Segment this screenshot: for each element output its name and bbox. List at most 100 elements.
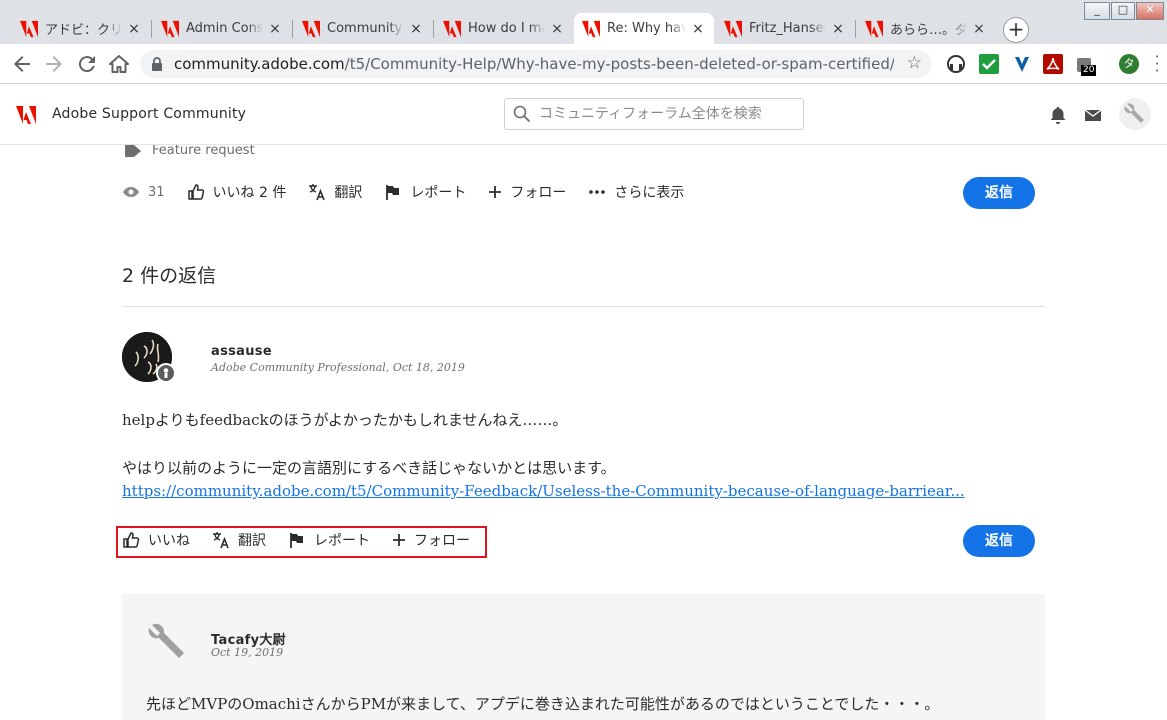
new-tab-button[interactable]: + — [1003, 17, 1029, 43]
close-icon[interactable]: × — [126, 21, 142, 37]
close-window-button[interactable]: ✕ — [1136, 2, 1164, 20]
flag-icon — [290, 533, 303, 548]
browser-menu-icon[interactable]: · · · — [1152, 49, 1162, 79]
extension-badge: 20 — [1081, 65, 1097, 76]
browser-tab[interactable]: How do I manage × — [435, 13, 573, 44]
close-icon[interactable]: × — [690, 21, 706, 37]
reply-link[interactable]: https://community.adobe.com/t5/Community… — [122, 482, 965, 500]
checkmark-extension-icon[interactable] — [979, 54, 999, 74]
close-icon[interactable]: × — [408, 21, 424, 37]
translate-button[interactable]: 翻訳 — [308, 182, 362, 202]
url-host: community.adobe.com — [174, 55, 345, 73]
adobe-logo-icon — [724, 20, 742, 37]
original-post-actions: 31 いいね 2 件 翻訳 レポート フォロー さらに表示 — [122, 182, 706, 202]
follow-button[interactable]: フォロー — [392, 530, 470, 550]
translate-icon — [309, 184, 326, 201]
avatar[interactable] — [146, 619, 196, 669]
address-bar[interactable]: community.adobe.com/t5/Community-Help/Wh… — [140, 50, 932, 78]
tag-label: Feature request — [152, 145, 255, 158]
browser-tab[interactable]: アドビ：クリエ × — [12, 13, 150, 44]
professional-badge-icon — [158, 365, 174, 381]
adobe-logo-icon — [443, 20, 461, 37]
report-label: レポート — [314, 533, 370, 549]
back-arrow-icon[interactable] — [10, 52, 34, 76]
close-icon[interactable]: × — [971, 21, 987, 37]
user-avatar[interactable] — [1119, 98, 1151, 130]
like-button[interactable]: いいね — [122, 530, 190, 550]
search-input[interactable] — [539, 106, 789, 122]
profile-avatar[interactable]: タ — [1119, 54, 1139, 74]
browser-tab[interactable]: Fritz_Hansen × — [716, 13, 854, 44]
reload-icon[interactable] — [75, 52, 99, 76]
tag-icon — [125, 145, 141, 157]
v-shield-extension-icon[interactable] — [1012, 54, 1032, 74]
replies-heading: 2 件の返信 — [122, 265, 217, 287]
reply-body-line: helpよりもfeedbackのほうがよかったかもしれませんねえ……。 — [122, 411, 568, 429]
browser-tab[interactable]: あらら…。ダ × — [857, 13, 995, 44]
tab-title: How do I manage — [468, 21, 545, 36]
close-icon[interactable]: × — [830, 21, 846, 37]
browser-tab[interactable]: Community Forums × — [294, 13, 432, 44]
url-path: /t5/Community-Help/Why-have-my-posts-bee… — [344, 55, 894, 73]
tab-title: Fritz_Hansen — [749, 21, 826, 36]
bell-icon[interactable] — [1049, 106, 1067, 124]
tab-title: Re: Why have my — [607, 21, 686, 36]
adobe-logo-icon — [20, 20, 38, 37]
report-button[interactable]: レポート — [288, 530, 370, 550]
more-button[interactable]: さらに表示 — [588, 182, 684, 202]
reply-actions: いいね 翻訳 レポート フォロー — [122, 530, 492, 550]
follow-button[interactable]: フォロー — [488, 182, 566, 202]
reply-author[interactable]: assause — [211, 344, 272, 359]
home-icon[interactable] — [107, 52, 131, 76]
thumbs-up-icon — [123, 532, 140, 548]
adobe-logo-icon[interactable] — [16, 106, 36, 124]
reply-meta: Adobe Community Professional, Oct 18, 20… — [211, 361, 465, 374]
adobe-logo-icon — [161, 20, 179, 37]
report-label: レポート — [410, 185, 467, 201]
flag-icon — [386, 185, 400, 200]
site-search[interactable] — [504, 98, 804, 130]
post-tag[interactable]: Feature request — [124, 145, 255, 158]
bookmark-star-icon[interactable]: ☆ — [907, 53, 922, 73]
browser-toolbar: community.adobe.com/t5/Community-Help/Wh… — [0, 44, 1167, 84]
browser-tab-active[interactable]: Re: Why have my × — [574, 13, 714, 44]
forward-arrow-icon[interactable] — [42, 52, 66, 76]
maximize-button[interactable]: □ — [1111, 2, 1135, 20]
like-button[interactable]: いいね 2 件 — [187, 182, 287, 202]
report-button[interactable]: レポート — [384, 182, 466, 202]
reply-body-line: やはり以前のように一定の言語別にするべき話じゃないかとは思います。 — [122, 459, 616, 477]
professional-badge — [156, 363, 176, 383]
tab-title: アドビ：クリエ — [45, 23, 122, 38]
tab-title: あらら…。ダ — [890, 23, 967, 38]
profile-initial: タ — [1123, 57, 1135, 70]
headphones-extension-icon[interactable] — [946, 54, 966, 74]
mail-icon[interactable] — [1084, 106, 1102, 124]
close-icon[interactable]: × — [549, 21, 565, 37]
acrobat-extension-icon[interactable] — [1043, 54, 1063, 74]
reply-button[interactable]: 返信 — [963, 177, 1035, 209]
url-text: community.adobe.com/t5/Community-Help/Wh… — [174, 55, 894, 73]
view-count: 31 — [122, 185, 165, 200]
view-count-value: 31 — [148, 184, 165, 200]
ellipsis-icon — [589, 190, 606, 194]
tab-separator — [151, 20, 152, 38]
like-label: いいね — [148, 533, 190, 549]
reply-button[interactable]: 返信 — [963, 525, 1035, 557]
tab-separator — [855, 20, 856, 38]
puzzle-extension-icon[interactable]: 20 — [1075, 54, 1097, 76]
adobe-logo-icon — [865, 20, 883, 37]
wrench-icon — [1124, 103, 1144, 123]
minimize-button[interactable]: _ — [1084, 2, 1110, 20]
more-label: さらに表示 — [614, 185, 685, 201]
lock-icon — [152, 57, 162, 71]
divider — [122, 306, 1045, 307]
tab-separator — [292, 20, 293, 38]
translate-button[interactable]: 翻訳 — [212, 530, 266, 550]
site-name[interactable]: Adobe Support Community — [52, 106, 246, 122]
follow-label: フォロー — [414, 533, 470, 549]
tab-title: Admin Console — [186, 21, 263, 36]
close-icon[interactable]: × — [267, 21, 283, 37]
translate-label: 翻訳 — [238, 533, 266, 549]
like-label: いいね 2 件 — [212, 185, 287, 201]
browser-tab[interactable]: Admin Console × — [153, 13, 291, 44]
